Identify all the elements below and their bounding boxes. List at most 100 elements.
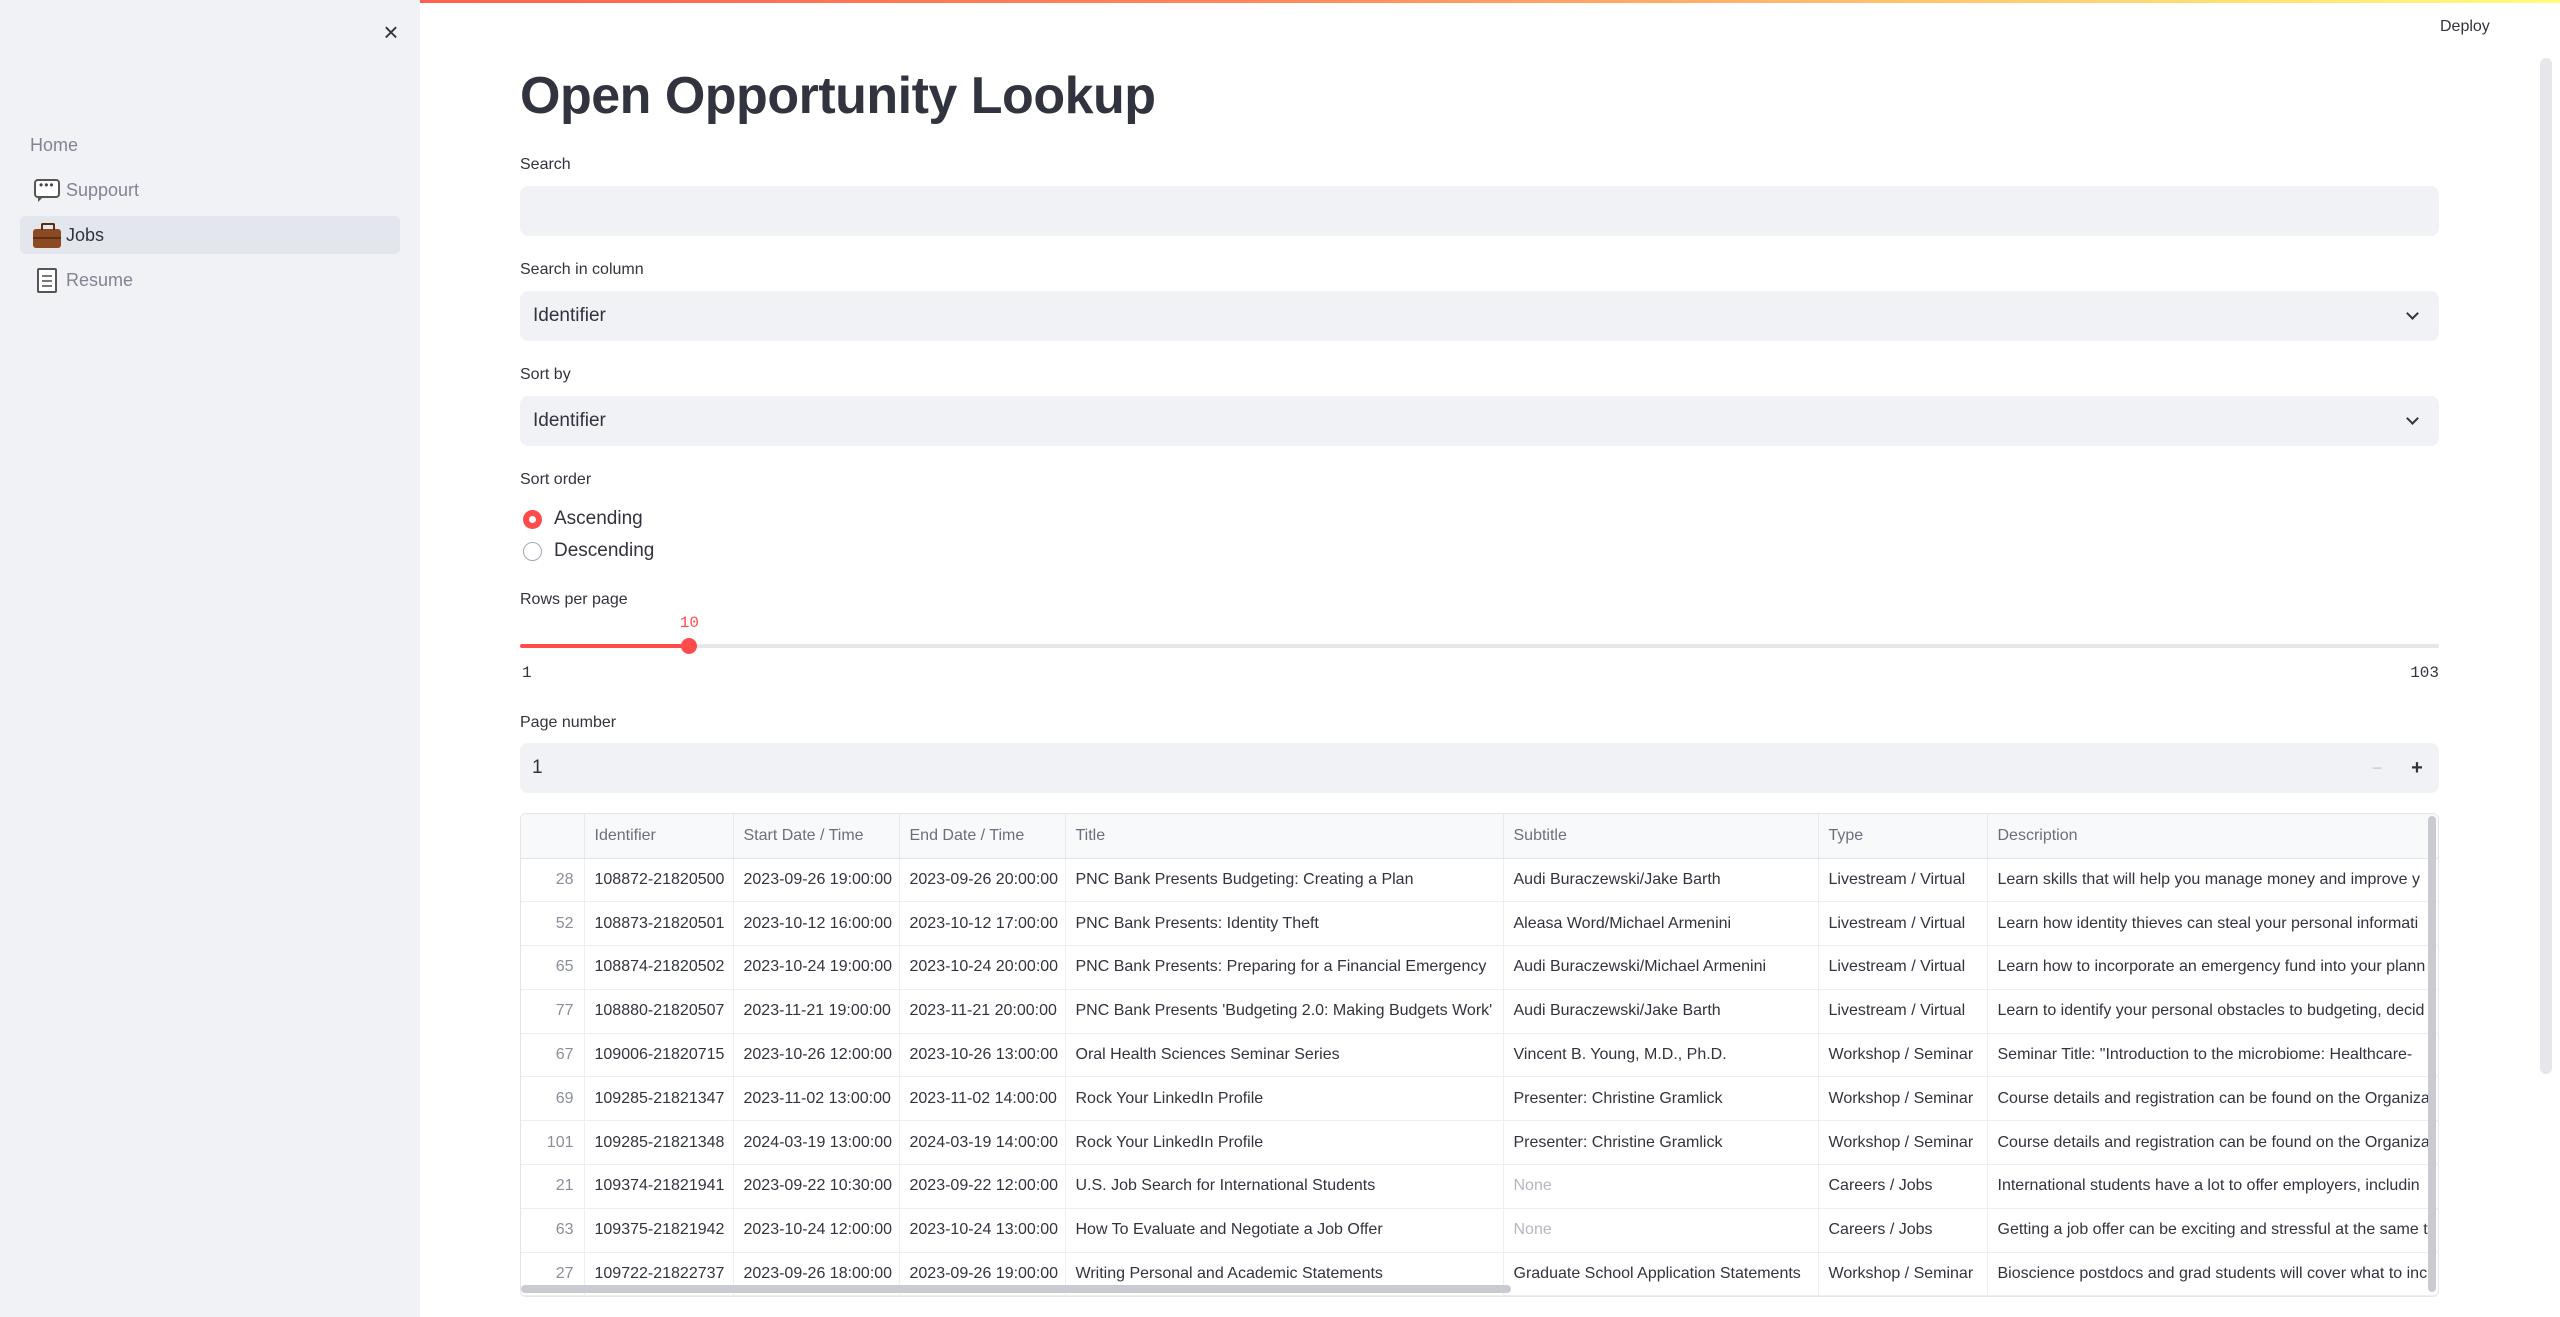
- increment-button[interactable]: +: [2405, 743, 2429, 793]
- table-row[interactable]: 65 108874-21820502 2023-10-24 19:00:00 2023…: [521, 945, 2438, 990]
- table-vertical-scrollbar[interactable]: [2428, 816, 2436, 1292]
- row-index-cell[interactable]: 21: [521, 1164, 585, 1209]
- table-row[interactable]: 52 108873-21820501 2023-10-12 16:00:00 2023…: [521, 901, 2438, 947]
- table-cell[interactable]: Graduate School Application Statements: [1503, 1252, 1819, 1296]
- table-cell[interactable]: 2024-03-19 13:00:00: [733, 1120, 900, 1166]
- table-row[interactable]: 28 108872-21820500 2023-09-26 19:00:00 2023…: [521, 858, 2438, 903]
- table-cell[interactable]: 2023-10-24 20:00:00: [899, 945, 1066, 990]
- column-header[interactable]: Title: [1065, 814, 1504, 859]
- radio-descending[interactable]: Descending: [523, 540, 654, 562]
- table-cell[interactable]: 2023-10-26 12:00:00: [733, 1033, 900, 1078]
- column-header[interactable]: Identifier: [584, 814, 734, 859]
- sidebar-item-resume[interactable]: Resume: [20, 261, 400, 299]
- table-cell[interactable]: 109375-21821942: [584, 1208, 734, 1253]
- table-cell[interactable]: Learn to identify your personal obstacle…: [1987, 989, 2438, 1034]
- sidebar-item-jobs[interactable]: Jobs: [20, 216, 400, 254]
- table-cell[interactable]: Livestream / Virtual: [1818, 858, 1988, 903]
- column-header[interactable]: End Date / Time: [899, 814, 1066, 859]
- table-cell[interactable]: Livestream / Virtual: [1818, 989, 1988, 1034]
- column-header[interactable]: Type: [1818, 814, 1988, 859]
- table-cell[interactable]: Livestream / Virtual: [1818, 945, 1988, 990]
- table-cell[interactable]: Audi Buraczewski/Jake Barth: [1503, 858, 1819, 903]
- table-cell[interactable]: 108873-21820501: [584, 901, 734, 947]
- slider-handle[interactable]: [681, 638, 698, 654]
- row-index-cell[interactable]: 101: [521, 1120, 585, 1166]
- table-cell[interactable]: Presenter: Christine Gramlick: [1503, 1120, 1819, 1166]
- sort-by-select[interactable]: Identifier: [520, 396, 2439, 446]
- deploy-button[interactable]: Deploy: [2440, 18, 2490, 36]
- table-cell[interactable]: 109285-21821348: [584, 1120, 734, 1166]
- table-cell[interactable]: Rock Your LinkedIn Profile: [1065, 1076, 1504, 1122]
- table-row[interactable]: 63 109375-21821942 2023-10-24 12:00:00 2023…: [521, 1208, 2438, 1253]
- table-cell[interactable]: 2023-09-22 12:00:00: [899, 1164, 1066, 1209]
- table-cell[interactable]: PNC Bank Presents Budgeting: Creating a …: [1065, 858, 1504, 903]
- row-index-cell[interactable]: 63: [521, 1208, 585, 1253]
- search-column-select[interactable]: Identifier: [520, 291, 2439, 341]
- table-row[interactable]: 21 109374-21821941 2023-09-22 10:30:00 2023…: [521, 1164, 2438, 1209]
- table-cell[interactable]: How To Evaluate and Negotiate a Job Offe…: [1065, 1208, 1504, 1253]
- close-sidebar-button[interactable]: ×: [379, 19, 403, 45]
- table-cell[interactable]: Learn how to incorporate an emergency fu…: [1987, 945, 2438, 990]
- table-cell[interactable]: 2023-11-02 14:00:00: [899, 1076, 1066, 1122]
- table-row[interactable]: 69 109285-21821347 2023-11-02 13:00:00 2023…: [521, 1076, 2438, 1122]
- row-index-cell[interactable]: 65: [521, 945, 585, 990]
- data-table[interactable]: Identifier Start Date / Time End Date / Ti…: [520, 813, 2439, 1297]
- table-cell[interactable]: Course details and registration can be f…: [1987, 1076, 2438, 1122]
- table-cell[interactable]: 2023-10-24 12:00:00: [733, 1208, 900, 1253]
- table-cell[interactable]: Audi Buraczewski/Jake Barth: [1503, 989, 1819, 1034]
- page-scrollbar[interactable]: [2540, 58, 2552, 1074]
- table-cell[interactable]: 2024-03-19 14:00:00: [899, 1120, 1066, 1166]
- table-cell[interactable]: Aleasa Word/Michael Armenini: [1503, 901, 1819, 947]
- sidebar-item-home[interactable]: Home: [20, 126, 400, 164]
- table-cell[interactable]: 2023-09-26 20:00:00: [899, 858, 1066, 903]
- table-cell[interactable]: Workshop / Seminar: [1818, 1252, 1988, 1296]
- decrement-button[interactable]: −: [2365, 743, 2389, 793]
- column-header[interactable]: Start Date / Time: [733, 814, 900, 859]
- table-row[interactable]: 67 109006-21820715 2023-10-26 12:00:00 2023…: [521, 1033, 2438, 1078]
- table-cell[interactable]: 109374-21821941: [584, 1164, 734, 1209]
- table-cell[interactable]: 108880-21820507: [584, 989, 734, 1034]
- table-cell[interactable]: 108874-21820502: [584, 945, 734, 990]
- table-cell[interactable]: None: [1503, 1164, 1819, 1209]
- table-cell[interactable]: International students have a lot to off…: [1987, 1164, 2438, 1209]
- row-index-cell[interactable]: 77: [521, 989, 585, 1034]
- index-column-header[interactable]: [521, 814, 585, 859]
- table-cell[interactable]: 2023-09-26 19:00:00: [733, 858, 900, 903]
- table-cell[interactable]: Getting a job offer can be exciting and …: [1987, 1208, 2438, 1253]
- table-cell[interactable]: 2023-10-24 13:00:00: [899, 1208, 1066, 1253]
- sidebar-item-suppourt[interactable]: Suppourt: [20, 171, 400, 209]
- table-cell[interactable]: Livestream / Virtual: [1818, 901, 1988, 947]
- table-cell[interactable]: PNC Bank Presents: Identity Theft: [1065, 901, 1504, 947]
- table-cell[interactable]: Learn skills that will help you manage m…: [1987, 858, 2438, 903]
- table-row[interactable]: 101 109285-21821348 2024-03-19 13:00:00 202…: [521, 1120, 2438, 1166]
- table-cell[interactable]: Oral Health Sciences Seminar Series: [1065, 1033, 1504, 1078]
- table-cell[interactable]: Rock Your LinkedIn Profile: [1065, 1120, 1504, 1166]
- table-cell[interactable]: 2023-10-12 16:00:00: [733, 901, 900, 947]
- row-index-cell[interactable]: 67: [521, 1033, 585, 1078]
- table-cell[interactable]: 109285-21821347: [584, 1076, 734, 1122]
- table-cell[interactable]: Seminar Title: "Introduction to the micr…: [1987, 1033, 2438, 1078]
- table-cell[interactable]: 2023-11-21 19:00:00: [733, 989, 900, 1034]
- table-cell[interactable]: 2023-10-26 13:00:00: [899, 1033, 1066, 1078]
- table-horizontal-scrollbar[interactable]: [521, 1285, 1511, 1293]
- table-cell[interactable]: Learn how identity thieves can steal you…: [1987, 901, 2438, 947]
- table-cell[interactable]: 2023-10-12 17:00:00: [899, 901, 1066, 947]
- table-cell[interactable]: 2023-09-22 10:30:00: [733, 1164, 900, 1209]
- page-number-input[interactable]: 1 − +: [520, 743, 2439, 793]
- table-cell[interactable]: Course details and registration can be f…: [1987, 1120, 2438, 1166]
- table-cell[interactable]: U.S. Job Search for International Studen…: [1065, 1164, 1504, 1209]
- table-cell[interactable]: Vincent B. Young, M.D., Ph.D.: [1503, 1033, 1819, 1078]
- column-header[interactable]: Subtitle: [1503, 814, 1819, 859]
- table-cell[interactable]: 2023-11-21 20:00:00: [899, 989, 1066, 1034]
- table-cell[interactable]: 2023-10-24 19:00:00: [733, 945, 900, 990]
- row-index-cell[interactable]: 28: [521, 858, 585, 903]
- table-cell[interactable]: Workshop / Seminar: [1818, 1076, 1988, 1122]
- table-cell[interactable]: 2023-11-02 13:00:00: [733, 1076, 900, 1122]
- column-header[interactable]: Description: [1987, 814, 2438, 859]
- table-cell[interactable]: Audi Buraczewski/Michael Armenini: [1503, 945, 1819, 990]
- rows-per-page-slider[interactable]: [520, 638, 2439, 654]
- row-index-cell[interactable]: 52: [521, 901, 585, 947]
- table-cell[interactable]: Workshop / Seminar: [1818, 1120, 1988, 1166]
- table-cell[interactable]: Careers / Jobs: [1818, 1208, 1988, 1253]
- search-input[interactable]: [520, 186, 2439, 236]
